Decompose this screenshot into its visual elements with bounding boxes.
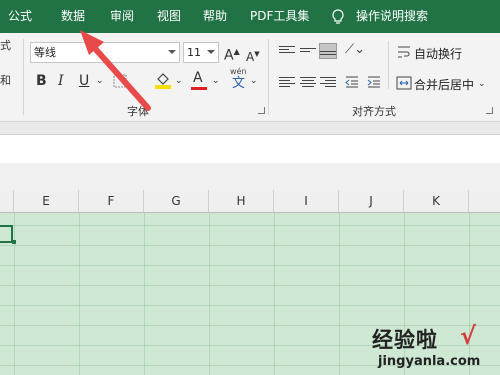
watermark-logo: 经验啦 √ jingyanla.com [360,322,500,375]
font-color-label: A [193,70,203,86]
ribbon-tab-bar: 公式 数据 审阅 视图 帮助 PDF工具集 操作说明搜索 [0,0,500,33]
clipped-label-bottom: 和 [0,74,11,87]
font-dialog-launcher[interactable] [258,107,265,114]
tab-formulas[interactable]: 公式 [8,0,32,33]
group-separator [268,39,269,115]
borders-icon[interactable] [112,73,128,89]
group-separator [23,39,24,115]
row-header-corner[interactable] [0,190,14,212]
increase-indent-icon[interactable] [366,74,382,90]
formula-bar[interactable] [0,134,500,164]
tab-pdf-tools[interactable]: PDF工具集 [250,0,309,33]
font-group-label: 字体 [127,105,149,118]
column-header-f[interactable]: F [79,190,144,212]
ribbon: 式 和 等线 11 A▲ A▼ B I U ⌄ ⌄ A ⌄ wén 文 ⌄ 字体… [0,33,500,122]
tell-me-search[interactable]: 操作说明搜索 [356,0,428,33]
italic-button[interactable]: I [58,72,64,90]
alignment-dialog-launcher[interactable] [486,107,493,114]
inner-separator [388,41,389,89]
shrink-font-button[interactable]: A▼ [246,45,260,66]
fill-handle[interactable] [12,240,16,244]
tab-review[interactable]: 审阅 [110,0,134,33]
align-left-button[interactable] [279,75,295,89]
top-align-button[interactable] [279,44,295,58]
middle-align-button[interactable] [300,44,316,58]
chevron-down-icon [207,50,215,54]
chevron-down-icon [168,50,176,54]
checkmark-icon: √ [460,322,477,350]
column-header-e[interactable]: E [14,190,79,212]
wrap-text-button[interactable]: 自动换行 [414,45,462,62]
font-size-value: 11 [187,46,201,59]
watermark-url: jingyanla.com [378,354,481,369]
font-color-dropdown[interactable]: ⌄ [212,72,220,90]
merge-center-icon [396,76,412,90]
orientation-button[interactable]: ⟋⌄ [345,42,365,57]
tab-data[interactable]: 数据 [61,0,85,33]
tab-view[interactable]: 视图 [157,0,181,33]
watermark-title: 经验啦 [372,328,438,352]
column-header-next[interactable] [469,190,500,212]
ribbon-bottom-gap [0,122,500,134]
fill-color-icon[interactable] [154,71,172,89]
font-name-value: 等线 [34,46,56,59]
lightbulb-icon[interactable] [331,9,345,25]
column-header-i[interactable]: I [274,190,339,212]
column-header-h[interactable]: H [209,190,274,212]
column-header-k[interactable]: K [404,190,469,212]
align-right-button[interactable] [320,75,336,89]
bold-button[interactable]: B [36,72,47,90]
align-center-button[interactable] [300,75,316,89]
underline-button[interactable]: U [79,72,89,90]
merge-center-button[interactable]: 合并后居中 [414,76,474,93]
column-header-row: E F G H I J K [0,190,500,213]
font-name-combo[interactable]: 等线 [30,42,180,63]
fill-color-dropdown[interactable]: ⌄ [175,72,183,90]
decrease-indent-icon[interactable] [344,74,360,90]
merge-center-dropdown[interactable]: ⌄ [478,75,486,93]
bottom-align-button[interactable] [319,43,337,59]
font-color-button[interactable]: A [193,69,203,87]
grow-font-label: A [224,47,234,64]
grow-font-button[interactable]: A▲ [224,43,240,65]
column-header-j[interactable]: J [339,190,404,212]
clipped-label-top: 式 [0,39,11,52]
font-color-swatch [191,87,207,90]
wrap-text-icon [398,46,410,58]
shrink-font-label: A [246,50,255,64]
column-header-g[interactable]: G [144,190,209,212]
alignment-group-label: 对齐方式 [352,105,396,118]
underline-dropdown[interactable]: ⌄ [96,72,104,90]
formula-bar-gap [0,163,500,190]
font-size-combo[interactable]: 11 [183,42,219,63]
phonetic-dropdown[interactable]: ⌄ [250,72,258,90]
phonetic-guide-button[interactable]: 文 [232,75,245,93]
tab-help[interactable]: 帮助 [203,0,227,33]
